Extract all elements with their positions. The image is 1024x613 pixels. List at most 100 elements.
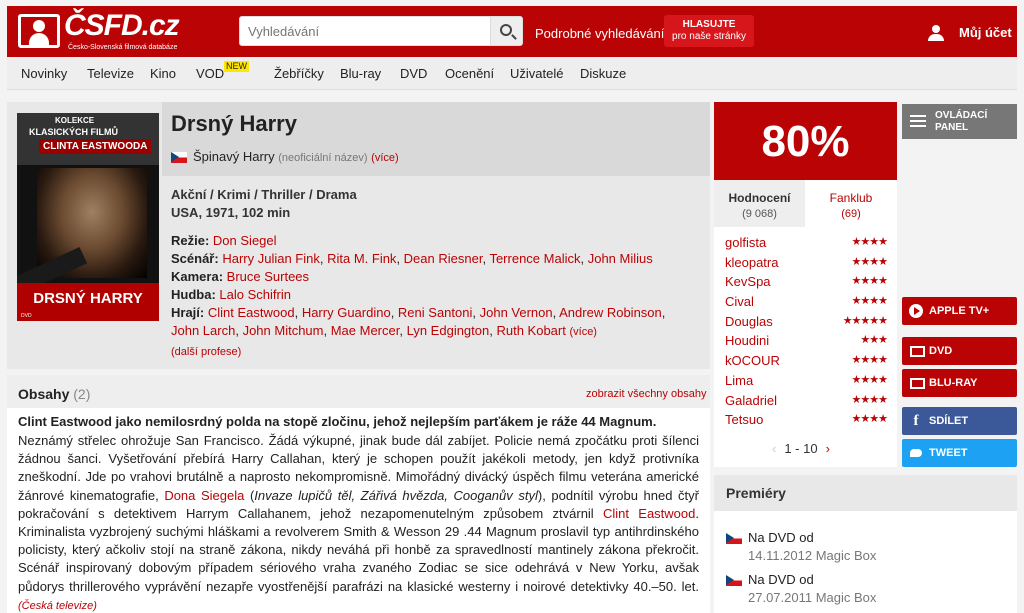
user-link[interactable]: Tetsuo	[725, 412, 763, 427]
apple-tv-button[interactable]: APPLE TV+	[902, 297, 1017, 325]
facebook-icon: f	[913, 413, 919, 429]
person-link[interactable]: Lyn Edgington	[407, 323, 490, 338]
user-rating-row: Houdini ★★★	[725, 333, 888, 353]
plot-heading: Obsahy (2)	[18, 386, 90, 402]
nav-item-zebricky[interactable]: Žebříčky	[274, 66, 324, 81]
person-link[interactable]: Clint Eastwood	[208, 305, 295, 320]
user-rating-row: Douglas ★★★★★	[725, 314, 888, 334]
film-poster[interactable]: KOLEKCE KLASICKÝCH FILMŮ CLINTA EASTWOOD…	[17, 113, 159, 321]
account-label: Můj účet	[959, 25, 1012, 40]
directing-row: Režie: Don Siegel	[171, 232, 696, 250]
person-link[interactable]: Harry Guardino	[302, 305, 391, 320]
play-icon	[909, 304, 923, 318]
user-link[interactable]: golfista	[725, 235, 766, 250]
user-link[interactable]: Douglas	[725, 314, 773, 329]
other-films: Invaze lupičů těl, Zářivá hvězda, Coogan…	[254, 487, 538, 503]
apple-tv-label: APPLE TV+	[929, 305, 990, 317]
nav-item-diskuze[interactable]: Diskuze	[580, 66, 626, 81]
alt-title-note: (neoficiální název)	[278, 152, 368, 164]
twitter-icon	[909, 446, 923, 460]
account-button[interactable]: Můj účet	[927, 25, 1012, 41]
person-link[interactable]: John Larch	[171, 323, 235, 338]
plot-section: Obsahy (2) zobrazit všechny obsahy Clint…	[7, 375, 710, 613]
person-link[interactable]: Ruth Kobart	[496, 323, 565, 338]
tweet-label: TWEET	[929, 447, 968, 459]
person-link[interactable]: Mae Mercer	[331, 323, 400, 338]
nav-item-novinky[interactable]: Novinky	[21, 66, 67, 81]
user-link[interactable]: Houdini	[725, 333, 769, 348]
search-input[interactable]	[240, 17, 490, 45]
genres: Akční / Krimi / Thriller / Drama	[171, 187, 357, 202]
next-page-chevron-icon[interactable]: ›	[826, 441, 830, 456]
person-link[interactable]: John Milius	[588, 251, 653, 266]
nav-item-uzivatele[interactable]: Uživatelé	[510, 66, 563, 81]
person-link[interactable]: John Vernon	[480, 305, 553, 320]
facebook-share-button[interactable]: f SDÍLET	[902, 407, 1017, 435]
advanced-search-link[interactable]: Podrobné vyhledávání	[535, 26, 664, 41]
premiere-row: Na DVD od 14.11.2012 Magic Box	[726, 530, 876, 563]
show-all-plots-link[interactable]: zobrazit všechny obsahy	[586, 388, 706, 400]
person-link[interactable]: Bruce Surtees	[227, 269, 309, 284]
rating-box: 80% Hodnocení (9 068) Fanklub (69) golfist…	[714, 102, 897, 467]
star-rating-icon: ★★★★	[851, 255, 888, 268]
user-link[interactable]: KevSpa	[725, 274, 771, 289]
film-details: Akční / Krimi / Thriller / Drama USA, 19…	[171, 186, 696, 361]
person-link[interactable]: Harry Julian Fink	[222, 251, 320, 266]
bluray-button[interactable]: BLU-RAY	[902, 369, 1017, 397]
main-nav: Novinky Televize Kino VOD NEW Žebříčky Bl…	[7, 57, 1017, 90]
search-button[interactable]	[490, 17, 522, 45]
user-link[interactable]: Lima	[725, 373, 753, 388]
person-link[interactable]: Rita M. Fink	[327, 251, 396, 266]
user-rating-row: Lima ★★★★	[725, 373, 888, 393]
user-link[interactable]: kleopatra	[725, 255, 778, 270]
person-link[interactable]: Dean Riesner	[404, 251, 483, 266]
user-link[interactable]: Galadriel	[725, 393, 777, 408]
actor-link[interactable]: Clint Eastwood	[603, 506, 695, 521]
tab-fanclub-count: (69)	[841, 208, 861, 220]
user-link[interactable]: Cival	[725, 294, 754, 309]
top-bar: ČSFD.cz Česko-Slovenská filmová databáze…	[7, 6, 1017, 57]
dvd-button[interactable]: DVD	[902, 337, 1017, 365]
screenplay-row: Scénář: Harry Julian Fink, Rita M. Fink,…	[171, 251, 653, 266]
plot-text: Neznámý střelec ohrožuje San Francisco. …	[18, 432, 699, 613]
alt-title-more-link[interactable]: (více)	[371, 152, 399, 164]
person-link[interactable]: Terrence Malick	[489, 251, 580, 266]
nav-item-televize[interactable]: Televize	[87, 66, 134, 81]
premiere-date: 14.11.2012 Magic Box	[748, 548, 877, 563]
nav-item-oceneni[interactable]: Ocenění	[445, 66, 494, 81]
nav-item-bluray[interactable]: Blu-ray	[340, 66, 381, 81]
person-link[interactable]: Don Siegel	[213, 233, 277, 248]
menu-icon	[910, 115, 926, 127]
tab-fanclub[interactable]: Fanklub (69)	[805, 180, 897, 227]
user-link[interactable]: kOCOUR	[725, 353, 780, 368]
csfd-logo[interactable]: ČSFD.cz Česko-Slovenská filmová databáze	[18, 9, 183, 54]
cast-row: Hrají: Clint Eastwood, Harry Guardino, R…	[171, 305, 666, 338]
person-link[interactable]: John Mitchum	[243, 323, 324, 338]
control-panel-button[interactable]: OVLÁDACÍ PANEL	[902, 104, 1017, 139]
director-link[interactable]: Dona Siegela	[164, 488, 244, 503]
tab-fanclub-label: Fanklub	[829, 191, 873, 205]
vote-button[interactable]: HLASUJTE pro naše stránky	[664, 15, 754, 47]
tweet-button[interactable]: TWEET	[902, 439, 1017, 467]
user-rating-row: Cival ★★★★	[725, 294, 888, 314]
new-badge: NEW	[224, 61, 249, 72]
nav-item-kino[interactable]: Kino	[150, 66, 176, 81]
more-professions-link[interactable]: (další profese)	[171, 343, 696, 361]
czech-flag-icon	[726, 533, 742, 545]
cast-more-link[interactable]: (více)	[569, 326, 597, 338]
person-link[interactable]: Reni Santoni	[398, 305, 472, 320]
bluray-label: BLU-RAY	[929, 377, 978, 389]
pager-range: 1 - 10	[784, 441, 818, 456]
prev-page-chevron-icon[interactable]: ‹	[772, 441, 776, 456]
czech-flag-icon	[171, 152, 187, 164]
person-link[interactable]: Andrew Robinson	[559, 305, 662, 320]
tab-ratings[interactable]: Hodnocení (9 068)	[714, 180, 805, 227]
plot-heading-text: Obsahy	[18, 386, 70, 402]
premiere-label: Na DVD od	[748, 530, 814, 545]
control-panel-label: OVLÁDACÍ PANEL	[935, 110, 988, 133]
person-link[interactable]: Lalo Schifrin	[219, 287, 291, 302]
nav-item-vod[interactable]: VOD NEW	[196, 61, 249, 81]
nav-item-dvd[interactable]: DVD	[400, 66, 427, 81]
star-rating-icon: ★★★★	[851, 413, 888, 426]
directing-label: Režie:	[171, 233, 210, 248]
